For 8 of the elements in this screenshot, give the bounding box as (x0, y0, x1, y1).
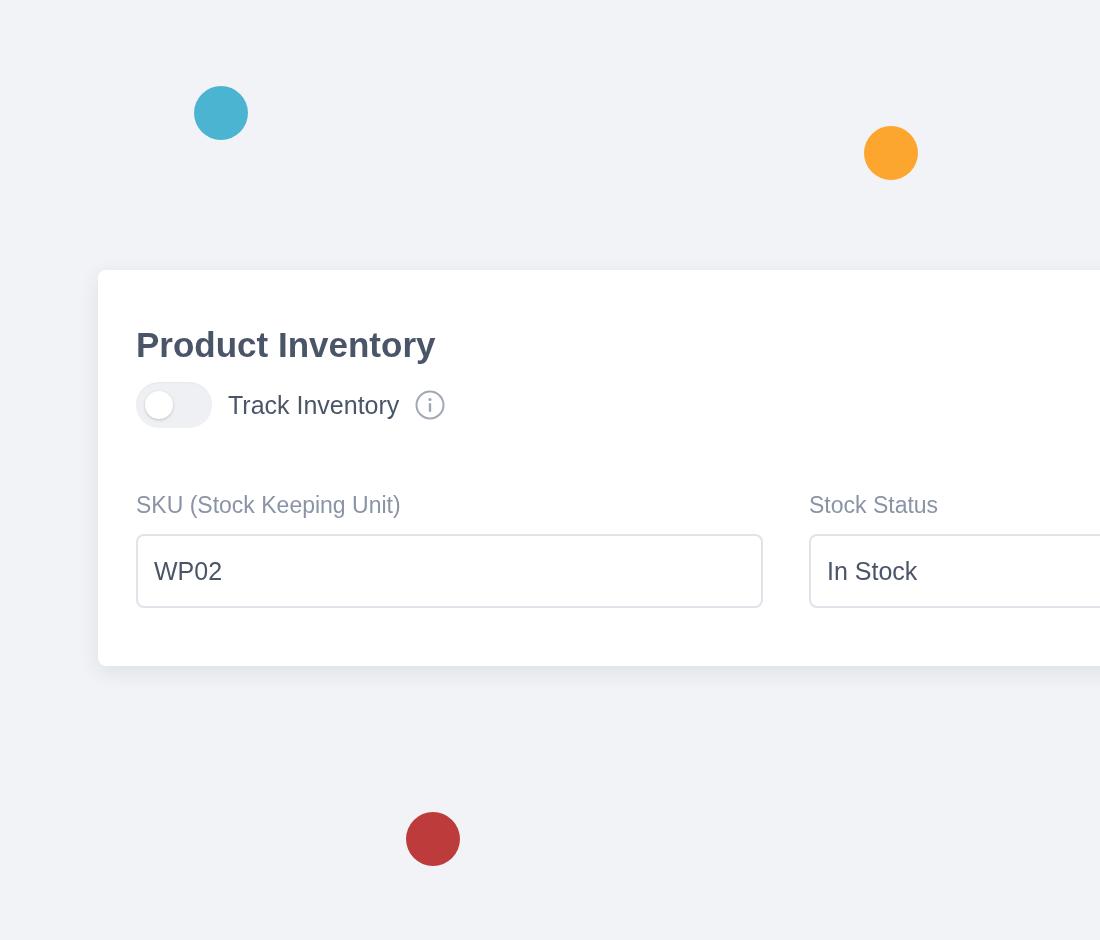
field-label: SKU (Stock Keeping Unit) (136, 491, 402, 520)
input-field[interactable]: In Stock (809, 534, 1100, 608)
toggle-switch[interactable] (136, 382, 212, 428)
info-icon[interactable] (415, 390, 446, 420)
card-title: Product Inventory (136, 324, 437, 366)
input-field[interactable]: WP02 (136, 534, 763, 608)
field-label: Stock Status (809, 491, 940, 520)
toggle-label: Track Inventory (228, 390, 400, 420)
